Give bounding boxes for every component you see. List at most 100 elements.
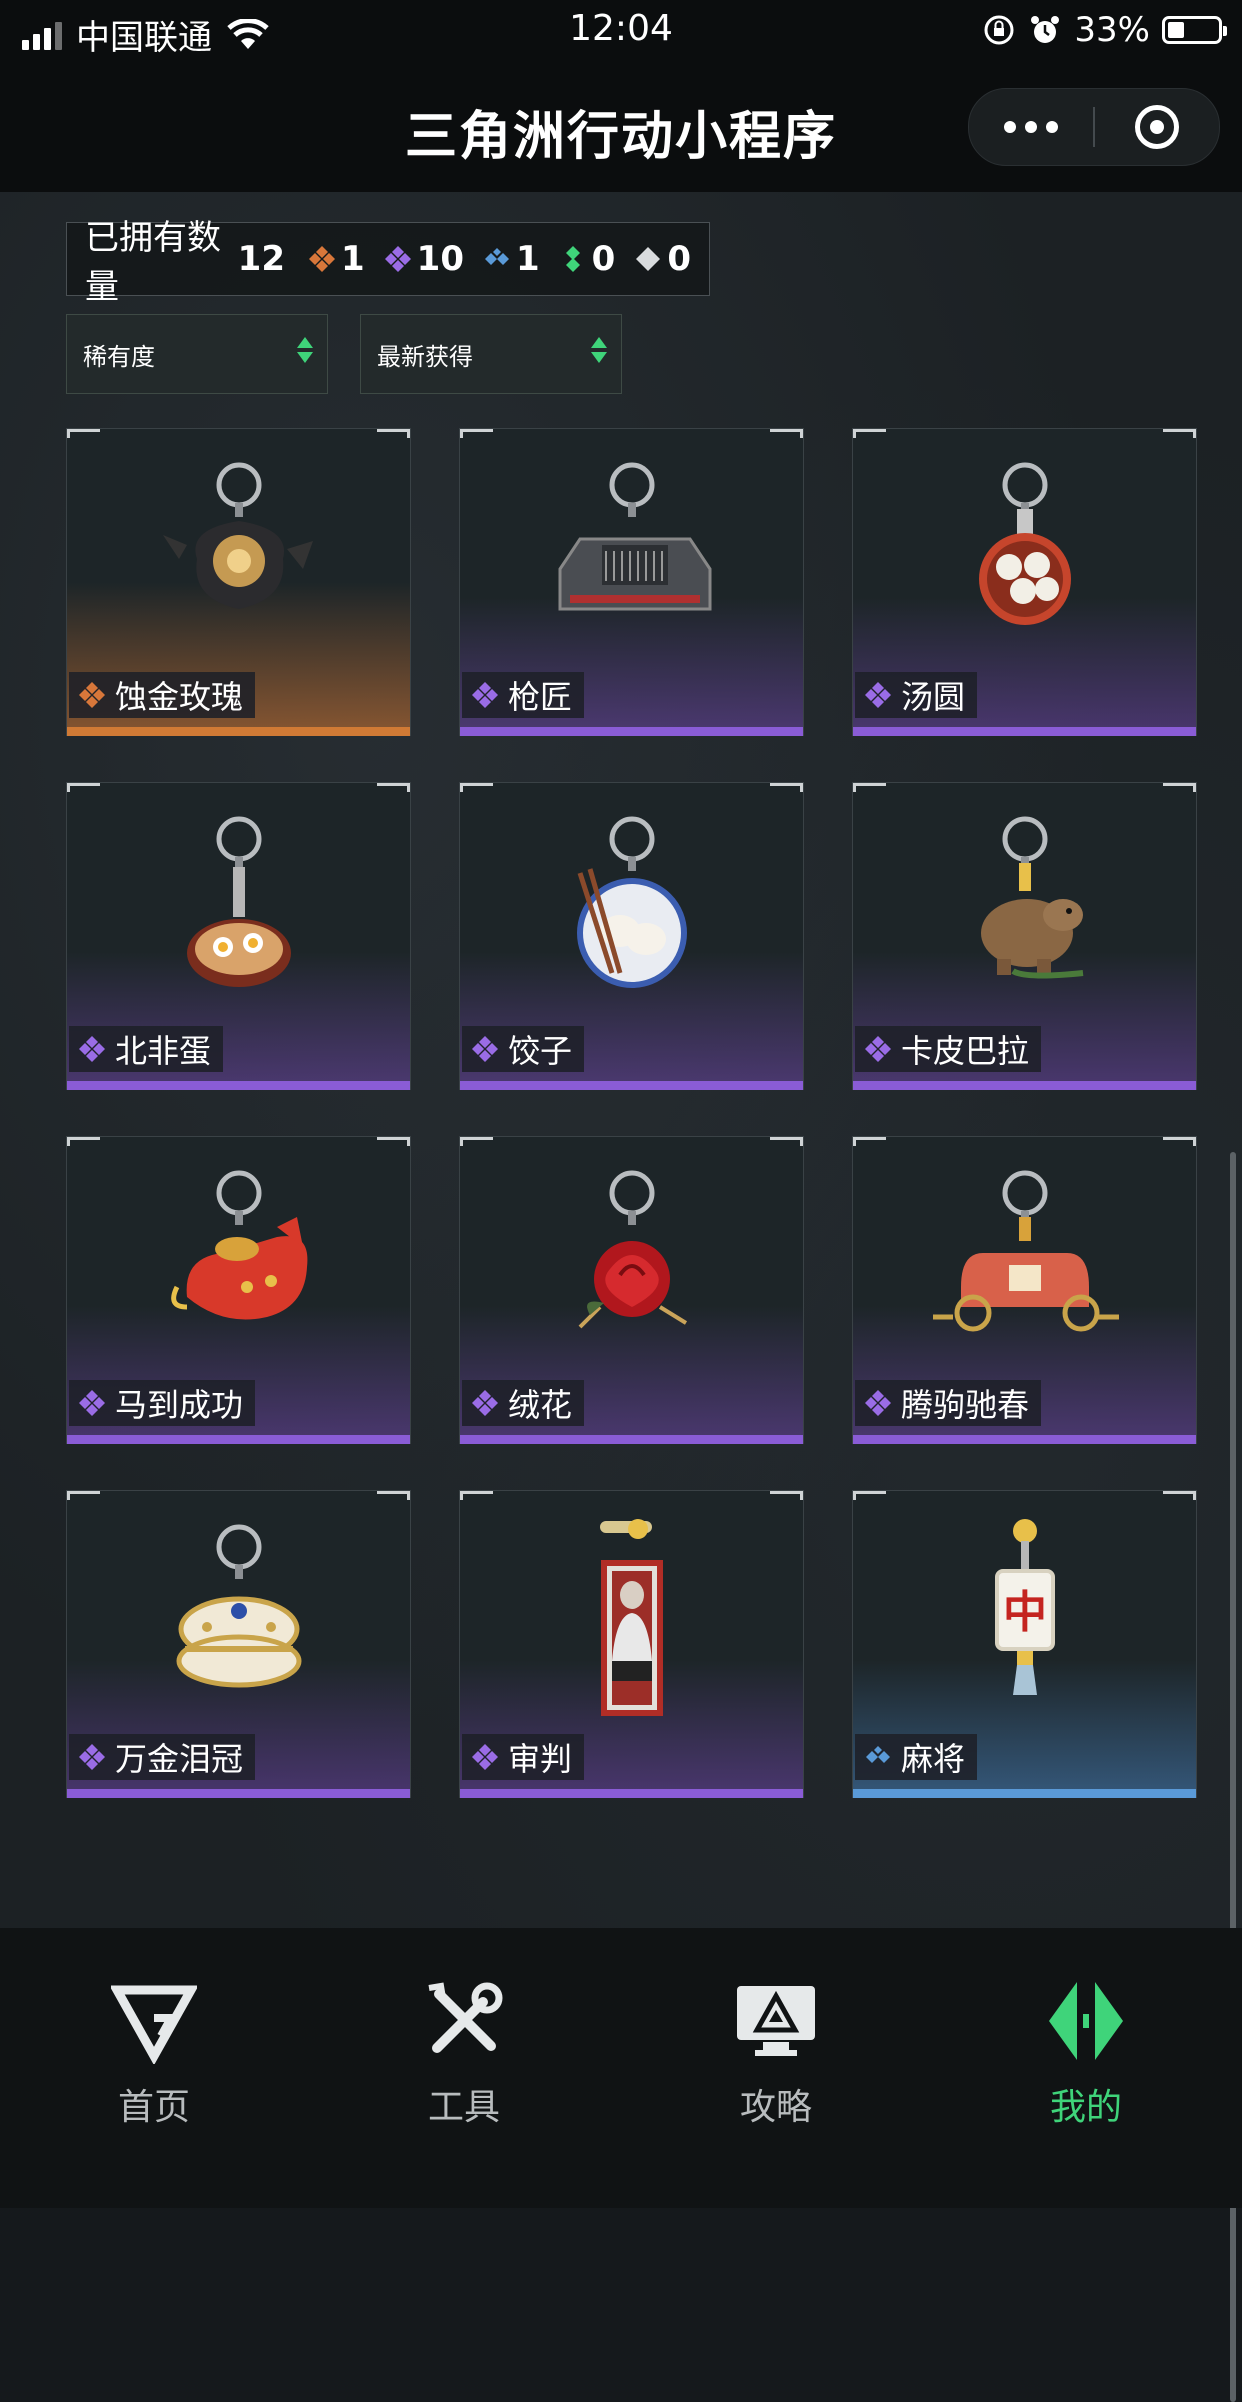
item-name: 万金泪冠 bbox=[115, 1740, 244, 1778]
red-rose-keychain bbox=[578, 1170, 688, 1329]
owned-total: 12 bbox=[237, 239, 285, 279]
shakshuka-pan-keychain bbox=[187, 816, 291, 987]
item-name: 马到成功 bbox=[115, 1386, 244, 1424]
card-corner bbox=[460, 1491, 493, 1500]
close-miniprogram-button[interactable] bbox=[1095, 89, 1219, 165]
rarity-bar bbox=[853, 1435, 1196, 1444]
carriage-keychain bbox=[933, 1170, 1119, 1332]
tab-guide[interactable]: 攻略 bbox=[676, 1978, 876, 2130]
rarity-bar bbox=[67, 1081, 410, 1090]
item-name-tag: 北非蛋 bbox=[69, 1026, 224, 1072]
rarity-count-value: 1 bbox=[515, 239, 540, 279]
keychain-card[interactable]: 蚀金玫瑰 bbox=[66, 428, 411, 736]
item-name-tag: 枪匠 bbox=[462, 672, 585, 718]
item-name: 卡皮巴拉 bbox=[901, 1032, 1030, 1070]
card-corner bbox=[1163, 1491, 1196, 1500]
item-name: 绒花 bbox=[508, 1386, 573, 1424]
rarity-purple-icon bbox=[472, 682, 498, 708]
rotation-lock-icon bbox=[984, 15, 1014, 45]
time-sort-label: 最新获得 bbox=[377, 342, 473, 371]
battery-icon bbox=[1162, 16, 1227, 44]
card-corner bbox=[770, 1137, 803, 1146]
item-name: 北非蛋 bbox=[115, 1032, 212, 1070]
keychain-card[interactable]: 饺子 bbox=[459, 782, 804, 1090]
item-name: 枪匠 bbox=[508, 678, 573, 716]
tab-guide-label: 攻略 bbox=[739, 2087, 812, 2128]
card-corner bbox=[67, 783, 100, 792]
card-corner bbox=[853, 429, 886, 438]
card-corner bbox=[1163, 783, 1196, 792]
dumpling-plate-keychain bbox=[577, 816, 687, 988]
item-name-tag: 审判 bbox=[462, 1734, 585, 1780]
item-name-tag: 卡皮巴拉 bbox=[855, 1026, 1042, 1072]
rarity-orange-icon bbox=[79, 682, 105, 708]
red-horse-keychain bbox=[171, 1170, 308, 1320]
sort-arrows-icon bbox=[591, 337, 607, 363]
keychain-card[interactable]: 北非蛋 bbox=[66, 782, 411, 1090]
keychain-card[interactable]: 枪匠 bbox=[459, 428, 804, 736]
tab-home[interactable]: 首页 bbox=[54, 1978, 254, 2130]
rarity-purple-icon bbox=[865, 682, 891, 708]
miniprogram-capsule bbox=[968, 88, 1220, 166]
rarity-sort-dropdown[interactable]: 稀有度 bbox=[66, 314, 328, 394]
tab-profile[interactable]: 我的 bbox=[986, 1978, 1186, 2130]
card-corner bbox=[1163, 1137, 1196, 1146]
item-name-tag: 汤圆 bbox=[855, 672, 978, 718]
owned-label: 已拥有数量 bbox=[85, 218, 221, 307]
keychain-card[interactable]: 审判 bbox=[459, 1490, 804, 1798]
rarity-bar bbox=[460, 1435, 803, 1444]
item-name: 腾驹驰春 bbox=[901, 1386, 1030, 1424]
keychain-card[interactable]: 万金泪冠 bbox=[66, 1490, 411, 1798]
card-corner bbox=[377, 1491, 410, 1500]
jeweled-egg-keychain bbox=[176, 1524, 302, 1688]
tools-icon bbox=[428, 1982, 503, 2053]
rarity-purple-icon bbox=[865, 1390, 891, 1416]
rarity-orange-icon bbox=[308, 246, 335, 272]
tab-profile-label: 我的 bbox=[1049, 2087, 1122, 2128]
card-corner bbox=[853, 1137, 886, 1146]
keychain-card[interactable]: 中麻将 bbox=[852, 1490, 1197, 1798]
item-name: 汤圆 bbox=[901, 678, 966, 716]
rarity-bar bbox=[853, 727, 1196, 736]
time-sort-dropdown[interactable]: 最新获得 bbox=[360, 314, 622, 394]
rarity-bar bbox=[67, 1435, 410, 1444]
tab-bar: 首页 工具 攻略 我的 bbox=[0, 1928, 1242, 2208]
rarity-white-icon bbox=[636, 247, 661, 271]
card-corner bbox=[460, 783, 493, 792]
tab-tools-label: 工具 bbox=[427, 2087, 500, 2128]
item-name: 审判 bbox=[508, 1740, 573, 1778]
rarity-purple-icon bbox=[472, 1390, 498, 1416]
more-options-button[interactable] bbox=[969, 89, 1093, 165]
card-corner bbox=[67, 1491, 100, 1500]
target-icon bbox=[1135, 105, 1179, 149]
rarity-sort-label: 稀有度 bbox=[83, 342, 155, 371]
rarity-purple-icon bbox=[472, 1744, 498, 1770]
item-name-tag: 蚀金玫瑰 bbox=[69, 672, 256, 718]
tangyuan-pan-keychain bbox=[979, 462, 1071, 625]
battery-fill bbox=[1168, 22, 1184, 38]
keychain-card[interactable]: 腾驹驰春 bbox=[852, 1136, 1197, 1444]
rarity-count-white: 0 bbox=[633, 239, 691, 279]
owned-summary: 已拥有数量 12 1 10 1 0 0 bbox=[66, 218, 710, 307]
card-corner bbox=[460, 429, 493, 438]
rarity-bar bbox=[460, 1789, 803, 1798]
card-corner bbox=[377, 429, 410, 438]
rarity-bar bbox=[853, 1081, 1196, 1090]
card-corner bbox=[377, 783, 410, 792]
rarity-purple-icon bbox=[865, 1036, 891, 1062]
mahjong-tile-keychain: 中 bbox=[995, 1519, 1055, 1695]
tab-tools[interactable]: 工具 bbox=[364, 1978, 564, 2130]
home-g-icon bbox=[111, 1985, 197, 2064]
item-name: 饺子 bbox=[508, 1032, 573, 1070]
card-corner bbox=[67, 1137, 100, 1146]
keychain-card[interactable]: 卡皮巴拉 bbox=[852, 782, 1197, 1090]
scrollbar[interactable] bbox=[1230, 1152, 1236, 2402]
rarity-count-orange: 1 bbox=[307, 239, 365, 279]
keychain-card[interactable]: 汤圆 bbox=[852, 428, 1197, 736]
card-corner bbox=[377, 1137, 410, 1146]
keychain-card[interactable]: 马到成功 bbox=[66, 1136, 411, 1444]
keychain-card[interactable]: 绒花 bbox=[459, 1136, 804, 1444]
guide-monitor-icon bbox=[737, 1986, 815, 2056]
card-corner bbox=[460, 1137, 493, 1146]
item-name-tag: 麻将 bbox=[855, 1734, 978, 1780]
